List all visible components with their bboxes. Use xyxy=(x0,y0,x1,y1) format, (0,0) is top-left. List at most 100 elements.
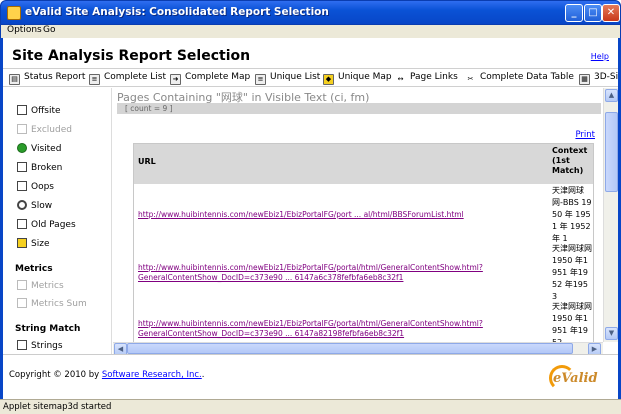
sidebar-item-size[interactable]: Size xyxy=(17,238,49,249)
app-icon xyxy=(7,6,21,20)
toolbar-unique-list[interactable]: ≡ Unique List xyxy=(255,72,320,85)
toolbar-unique-map[interactable]: ◆ Unique Map xyxy=(323,72,392,85)
sidebar-item-label: Oops xyxy=(31,182,54,192)
minimize-button[interactable]: _ xyxy=(565,4,583,22)
status-bar: Applet sitemap3d started xyxy=(0,399,621,414)
window-titlebar[interactable]: eValid Site Analysis: Consolidated Repor… xyxy=(0,0,621,25)
toolbar-label: Page Links xyxy=(410,72,458,82)
sidebar-item-label: Visited xyxy=(31,144,62,154)
footer: Copyright © 2010 by Software Research, I… xyxy=(3,354,618,398)
table-row: http://www.huibintennis.com/newEbiz1/Ebi… xyxy=(134,184,593,243)
toolbar-3d-site[interactable]: ▦ 3D-Sit xyxy=(579,72,618,85)
sidebar-item-label: Old Pages xyxy=(31,220,76,230)
row-url-link[interactable]: http://www.huibintennis.com/newEbiz1/Ebi… xyxy=(138,319,543,339)
toolbar-status-report[interactable]: ▤ Status Report xyxy=(9,72,85,85)
toolbar-label: Status Report xyxy=(24,72,86,82)
toolbar-complete-data-table[interactable]: ✂ Complete Data Table xyxy=(465,72,574,86)
metrics-sum-icon xyxy=(17,298,27,308)
size-icon xyxy=(17,238,27,248)
sidebar-item-label: Metrics Sum xyxy=(31,299,87,309)
table-icon: ✂ xyxy=(467,75,474,83)
window-title: eValid Site Analysis: Consolidated Repor… xyxy=(25,6,329,18)
maximize-button[interactable]: □ xyxy=(584,4,602,22)
sidebar-item-label: Excluded xyxy=(31,125,72,135)
copyright-text: Copyright © 2010 by xyxy=(9,370,102,380)
copyright-suffix: . xyxy=(201,370,205,380)
oops-icon xyxy=(17,181,27,191)
sidebar-item-oops[interactable]: Oops xyxy=(17,181,54,192)
broken-page-icon xyxy=(17,162,27,172)
sidebar-item-label: Size xyxy=(31,239,50,249)
print-link[interactable]: Print xyxy=(575,130,595,140)
logo-text: eValid xyxy=(553,371,598,386)
row-context: 天津网球网 1950 年1951 年1952 年1953 xyxy=(552,244,592,301)
report-content: Pages Containing "网球" in Visible Text (c… xyxy=(113,88,603,342)
sidebar-item-strings[interactable]: Strings xyxy=(17,340,63,351)
excluded-icon xyxy=(17,124,27,134)
horizontal-scrollbar[interactable]: ◀ ▶ xyxy=(113,342,603,356)
status-report-icon: ▤ xyxy=(9,74,20,85)
check-icon xyxy=(17,143,27,153)
scroll-up-arrow-icon[interactable]: ▲ xyxy=(605,89,618,102)
vertical-scroll-thumb[interactable] xyxy=(605,112,618,192)
menu-options[interactable]: Options xyxy=(7,25,42,35)
document-icon: ≡ xyxy=(89,74,100,85)
scroll-down-arrow-icon[interactable]: ▼ xyxy=(605,327,618,340)
metrics-heading: Metrics xyxy=(15,264,53,274)
column-context: Context (1st Match) xyxy=(552,146,588,175)
sidebar-item-label: Slow xyxy=(31,201,53,211)
toolbar-complete-map[interactable]: ➜ Complete Map xyxy=(170,72,250,85)
sidebar-item-offsite[interactable]: Offsite xyxy=(17,105,61,116)
count-bar: [ count = 9 ] xyxy=(117,103,601,114)
menu-bar: Options Go xyxy=(0,25,621,38)
close-button[interactable]: ✕ xyxy=(602,4,620,22)
sidebar: Offsite Excluded Visited Broken Oops Slo… xyxy=(3,88,112,354)
sidebar-item-excluded: Excluded xyxy=(17,124,72,135)
toolbar-label: Complete List xyxy=(104,72,166,82)
toolbar-complete-list[interactable]: ≡ Complete List xyxy=(89,72,166,85)
menu-go[interactable]: Go xyxy=(43,25,55,35)
horizontal-scroll-thumb[interactable] xyxy=(127,343,573,354)
table-header: URL Context (1st Match) xyxy=(134,144,593,184)
help-link[interactable]: Help xyxy=(591,52,609,61)
map-icon: ➜ xyxy=(170,74,181,85)
toolbar-label: Complete Map xyxy=(185,72,251,82)
sidebar-item-visited[interactable]: Visited xyxy=(17,143,61,154)
toolbar-label: Unique Map xyxy=(338,72,392,82)
row-url-link[interactable]: http://www.huibintennis.com/newEbiz1/Ebi… xyxy=(138,263,543,283)
sidebar-item-label: Strings xyxy=(31,341,63,351)
row-url-link[interactable]: http://www.huibintennis.com/newEbiz1/Ebi… xyxy=(138,210,543,220)
sidebar-item-old-pages[interactable]: Old Pages xyxy=(17,219,76,230)
metrics-icon xyxy=(17,280,27,290)
vertical-scrollbar[interactable]: ▲ ▼ xyxy=(603,88,618,342)
list-icon: ≡ xyxy=(255,74,266,85)
toolbar-label: 3D-Sit xyxy=(594,72,618,82)
evalid-logo: eValid xyxy=(549,361,598,393)
sidebar-item-metrics: Metrics xyxy=(17,280,64,291)
strings-icon xyxy=(17,340,27,350)
old-pages-icon xyxy=(17,219,27,229)
clock-icon xyxy=(17,200,27,210)
sidebar-item-label: Broken xyxy=(31,163,63,173)
table-row: http://www.huibintennis.com/newEbiz1/Ebi… xyxy=(134,300,593,342)
toolbar-label: Complete Data Table xyxy=(480,72,574,82)
report-toolbar: ▤ Status Report ≡ Complete List ➜ Complete … xyxy=(3,68,618,87)
string-match-heading: String Match xyxy=(15,324,81,334)
row-context: 天津网球网 1950 年1951 年1952 xyxy=(552,302,592,342)
toolbar-label: Unique List xyxy=(270,72,321,82)
links-icon: ↔ xyxy=(397,75,404,83)
offsite-icon xyxy=(17,105,27,115)
unique-map-icon: ◆ xyxy=(323,74,334,85)
table-row: http://www.huibintennis.com/newEbiz1/Ebi… xyxy=(134,242,593,301)
toolbar-page-links[interactable]: ↔ Page Links xyxy=(395,72,458,86)
company-link[interactable]: Software Research, Inc. xyxy=(102,370,202,380)
row-context: 天津网球网-BBS 1950 年 1951 年 1952 年 1 xyxy=(552,186,592,243)
sidebar-item-label: Offsite xyxy=(31,106,61,116)
sidebar-item-metrics-sum: Metrics Sum xyxy=(17,298,87,309)
page-title: Site Analysis Report Selection xyxy=(12,48,251,64)
sidebar-item-slow[interactable]: Slow xyxy=(17,200,52,211)
sidebar-item-broken[interactable]: Broken xyxy=(17,162,62,173)
sidebar-item-label: Metrics xyxy=(31,281,64,291)
results-table: URL Context (1st Match) http://www.huibi… xyxy=(133,143,594,342)
3d-icon: ▦ xyxy=(579,74,590,85)
